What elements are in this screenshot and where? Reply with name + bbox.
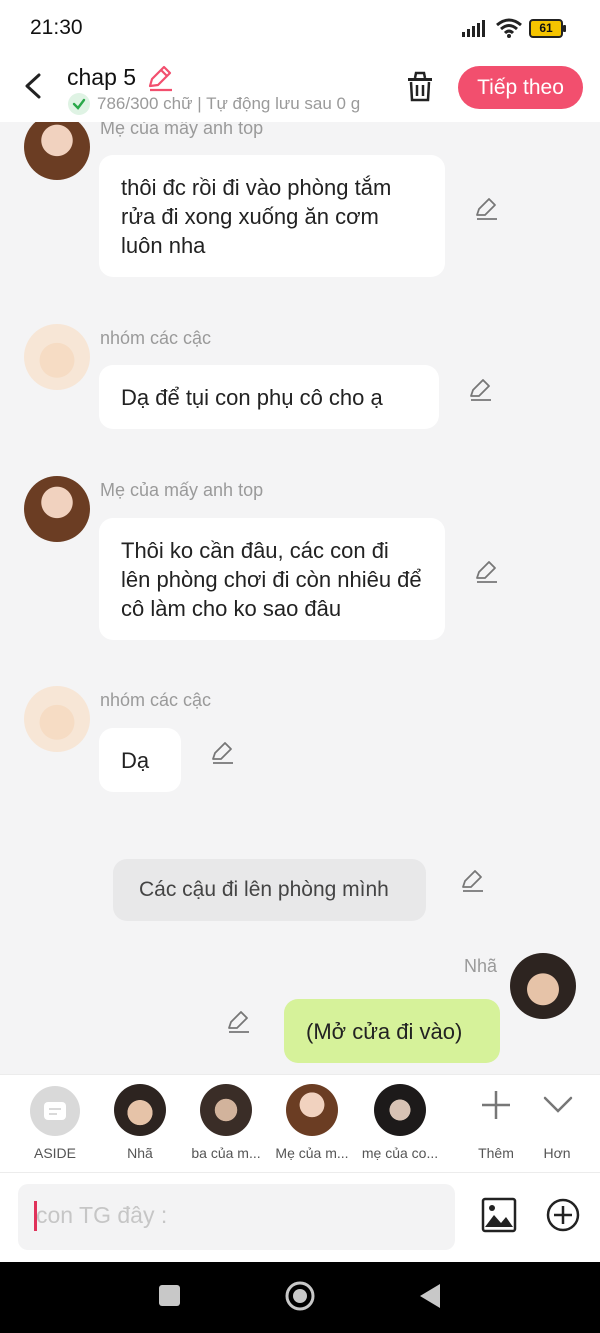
- speaker-name: nhóm các cậc: [100, 690, 212, 710]
- message-bubble[interactable]: Thôi ko cần đâu, các con đi lên phòng ch…: [99, 518, 445, 640]
- edit-message-icon[interactable]: [468, 377, 494, 403]
- message-input-placeholder: con TG đây :: [36, 1202, 168, 1228]
- character-avatar-mother[interactable]: [286, 1084, 338, 1136]
- chapter-title[interactable]: chap 5: [67, 64, 136, 91]
- message-bubble[interactable]: Dạ để tụi con phụ cô cho ạ: [99, 365, 439, 429]
- chevron-down-icon[interactable]: [542, 1094, 574, 1116]
- aside-icon[interactable]: [30, 1086, 80, 1136]
- character-label: ASIDE: [33, 1145, 76, 1161]
- home-icon[interactable]: [284, 1280, 316, 1312]
- next-button[interactable]: Tiếp theo: [458, 66, 583, 109]
- add-character-icon[interactable]: [479, 1088, 513, 1122]
- chat-area[interactable]: Mẹ của mấy anh top thôi đc rồi đi vào ph…: [0, 122, 600, 1074]
- battery-level: 61: [539, 21, 553, 35]
- character-label: mẹ của co...: [361, 1145, 439, 1161]
- edit-message-icon[interactable]: [474, 196, 500, 222]
- edit-title-icon[interactable]: [146, 64, 174, 92]
- avatar-nha[interactable]: [510, 953, 576, 1019]
- add-character-label[interactable]: Thêm: [466, 1145, 526, 1161]
- edit-message-icon[interactable]: [226, 1009, 252, 1035]
- message-bubble-right[interactable]: (Mở cửa đi vào): [284, 999, 500, 1063]
- signal-icon: [462, 20, 485, 37]
- back-nav-icon[interactable]: [418, 1282, 442, 1310]
- recent-apps-icon[interactable]: [159, 1285, 180, 1306]
- edit-message-icon[interactable]: [210, 740, 236, 766]
- status-time: 21:30: [30, 16, 83, 39]
- narration-bubble[interactable]: Các cậu đi lên phòng mình: [113, 859, 426, 921]
- character-label: ba của m...: [191, 1145, 261, 1161]
- trash-icon[interactable]: [404, 70, 436, 104]
- edit-message-icon[interactable]: [460, 868, 486, 894]
- speaker-name: Mẹ của mấy anh top: [100, 480, 264, 500]
- message-bubble[interactable]: Dạ: [99, 728, 181, 792]
- character-label: Mẹ của m...: [275, 1145, 349, 1161]
- character-avatar-father[interactable]: [200, 1084, 252, 1136]
- avatar-group[interactable]: [24, 686, 90, 752]
- message-bubble[interactable]: thôi đc rồi đi vào phòng tắm rửa đi xong…: [99, 155, 445, 277]
- avatar-mother[interactable]: [24, 476, 90, 542]
- saved-check-icon: [68, 93, 90, 115]
- character-avatar-mother2[interactable]: [374, 1084, 426, 1136]
- speaker-name: Mẹ của mấy anh top: [100, 122, 264, 138]
- more-characters-label[interactable]: Hơn: [532, 1145, 582, 1161]
- character-label: Nhã: [127, 1145, 153, 1161]
- speaker-name: Nhã: [464, 956, 498, 976]
- image-icon[interactable]: [481, 1197, 517, 1233]
- speaker-name: nhóm các cậc: [100, 328, 212, 348]
- back-arrow-icon[interactable]: [22, 73, 46, 99]
- add-circle-icon[interactable]: [545, 1197, 581, 1233]
- wifi-icon: [496, 18, 522, 38]
- avatar-group[interactable]: [24, 324, 90, 390]
- avatar-mother[interactable]: [24, 122, 90, 180]
- character-avatar-nha[interactable]: [114, 1084, 166, 1136]
- edit-message-icon[interactable]: [474, 559, 500, 585]
- word-count-status: 786/300 chữ | Tự động lưu sau 0 g: [97, 94, 361, 113]
